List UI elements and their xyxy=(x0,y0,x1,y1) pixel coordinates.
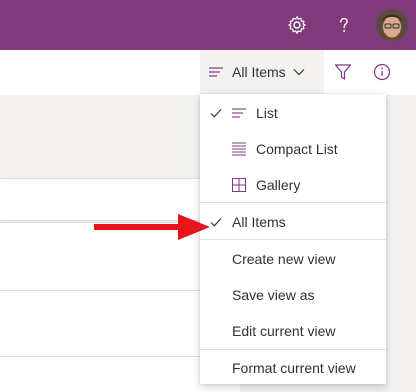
menu-item-label: Edit current view xyxy=(232,323,336,339)
avatar[interactable] xyxy=(376,9,408,41)
menu-item-label: Gallery xyxy=(256,177,301,193)
menu-item-save-view-as[interactable]: Save view as xyxy=(200,277,386,313)
list-icon xyxy=(231,105,247,121)
compact-list-icon xyxy=(231,141,247,157)
view-switcher-button[interactable]: All Items xyxy=(200,50,324,94)
menu-item-gallery[interactable]: Gallery xyxy=(200,167,386,203)
view-switcher-label: All Items xyxy=(232,64,286,80)
view-menu: List Compact List Gallery All Items Crea… xyxy=(200,94,386,384)
menu-item-label: Create new view xyxy=(232,251,336,267)
chevron-down-icon xyxy=(292,65,306,79)
menu-item-edit-current-view[interactable]: Edit current view xyxy=(200,313,386,349)
menu-item-compact-list[interactable]: Compact List xyxy=(200,131,386,167)
menu-item-label: All Items xyxy=(232,214,286,230)
gear-icon[interactable] xyxy=(285,13,309,37)
menu-item-format-current-view[interactable]: Format current view xyxy=(200,350,386,386)
menu-divider xyxy=(200,202,386,203)
menu-divider xyxy=(200,239,386,240)
menu-item-label: Format current view xyxy=(232,360,356,376)
menu-item-label: Compact List xyxy=(256,141,338,157)
menu-item-create-new-view[interactable]: Create new view xyxy=(200,241,386,277)
help-icon[interactable] xyxy=(332,13,356,37)
menu-item-list[interactable]: List xyxy=(200,95,386,131)
filter-icon[interactable] xyxy=(332,61,354,83)
info-icon[interactable] xyxy=(371,61,393,83)
menu-item-label: Save view as xyxy=(232,287,315,303)
red-arrow-icon xyxy=(92,211,212,243)
gallery-icon xyxy=(231,177,247,193)
menu-item-all-items[interactable]: All Items xyxy=(200,204,386,240)
checkmark-icon xyxy=(209,106,223,120)
list-view-icon xyxy=(208,64,224,80)
menu-item-label: List xyxy=(256,105,278,121)
